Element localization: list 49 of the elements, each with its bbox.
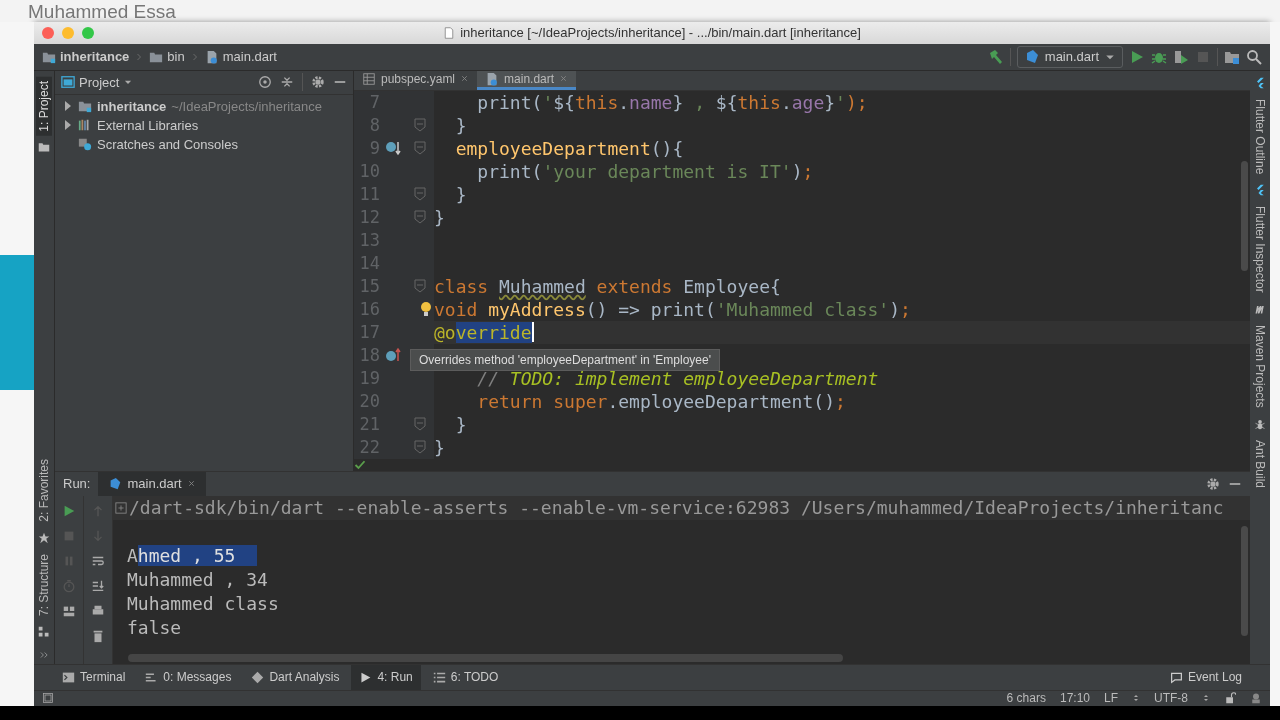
output-line: Ahmed , 55 [127,544,258,566]
run-tab[interactable]: main.dart [98,471,206,496]
tool-window-tab[interactable]: Dart Analysis [243,664,348,690]
code-line: return super.employeeDepartment(); [476,390,846,412]
project-path: ~/IdeaProjects/inheritance [171,98,323,114]
tool-window-tab[interactable]: Flutter Outline [1252,94,1268,179]
tree-item[interactable]: Scratches and Consoles [97,136,238,152]
window-title: inheritance [~/IdeaProjects/inheritance] - .../bin/main.dart [inheritance] [460,25,861,41]
tree-item[interactable]: External Libraries [97,117,199,133]
tool-window-tab[interactable]: Maven Projects [1252,320,1268,412]
author-name: Muhammed Essa [28,2,176,22]
output-line: false [127,616,182,638]
code-line: } [454,183,467,205]
code-line: void myAddress() => print('Muhammed class'); [434,298,911,320]
code-line: @override [434,321,532,343]
tree-item[interactable]: inheritance [97,98,167,114]
tool-window-tab[interactable]: Flutter Inspector [1252,202,1268,297]
selection-count: 6 chars [1006,691,1046,706]
code-line: print('your department is IT'); [476,160,814,182]
code-line: } [454,413,467,435]
tool-window-tab[interactable]: Ant Build [1252,435,1268,492]
project-view-dropdown[interactable]: Project [61,74,134,90]
editor-tab[interactable]: pubspec.yaml [354,70,478,90]
tooltip: Overrides method 'employeeDepartment' in 'Employee' [410,348,720,371]
file-encoding[interactable]: UTF-8 [1154,691,1188,706]
output-line: Muhammed , 34 [127,568,268,590]
code-line: } [434,436,445,458]
code-line: } [434,206,445,228]
tool-window-tab[interactable]: Terminal [54,664,134,690]
command-line: /dart-sdk/bin/dart --enable-asserts --enable-vm-service:62983 /Users/muhammed/IdeaProjects/inheritanc [129,495,1224,520]
tool-window-tab[interactable]: 6: TODO [424,664,507,690]
breadcrumb[interactable]: main.dart [222,49,277,65]
cursor-position[interactable]: 17:10 [1059,691,1090,706]
event-log-button[interactable]: Event Log [1161,664,1250,690]
tool-window-tab[interactable]: 1: Project [36,76,52,136]
line-separator[interactable]: LF [1104,691,1118,706]
code-line: employeeDepartment(){ [454,137,684,159]
output-line: Muhammed class [127,592,279,614]
run-configuration-dropdown[interactable]: main.dart [1016,45,1123,68]
tool-window-tab[interactable]: 4: Run [351,664,421,690]
breadcrumb[interactable]: inheritance [60,49,130,65]
tool-window-tab[interactable]: 0: Messages [137,664,240,690]
tool-window-tab[interactable]: 2: Favorites [36,455,52,527]
code-line: print('${this.name} , ${this.age}'); [476,91,868,113]
breadcrumb[interactable]: bin [167,49,185,65]
code-line: } [454,114,467,136]
tool-window-tab[interactable]: 7: Structure [36,550,52,621]
panel-title: Run: [63,476,91,492]
code-line: class Muhammed extends Employee{ [434,275,781,297]
